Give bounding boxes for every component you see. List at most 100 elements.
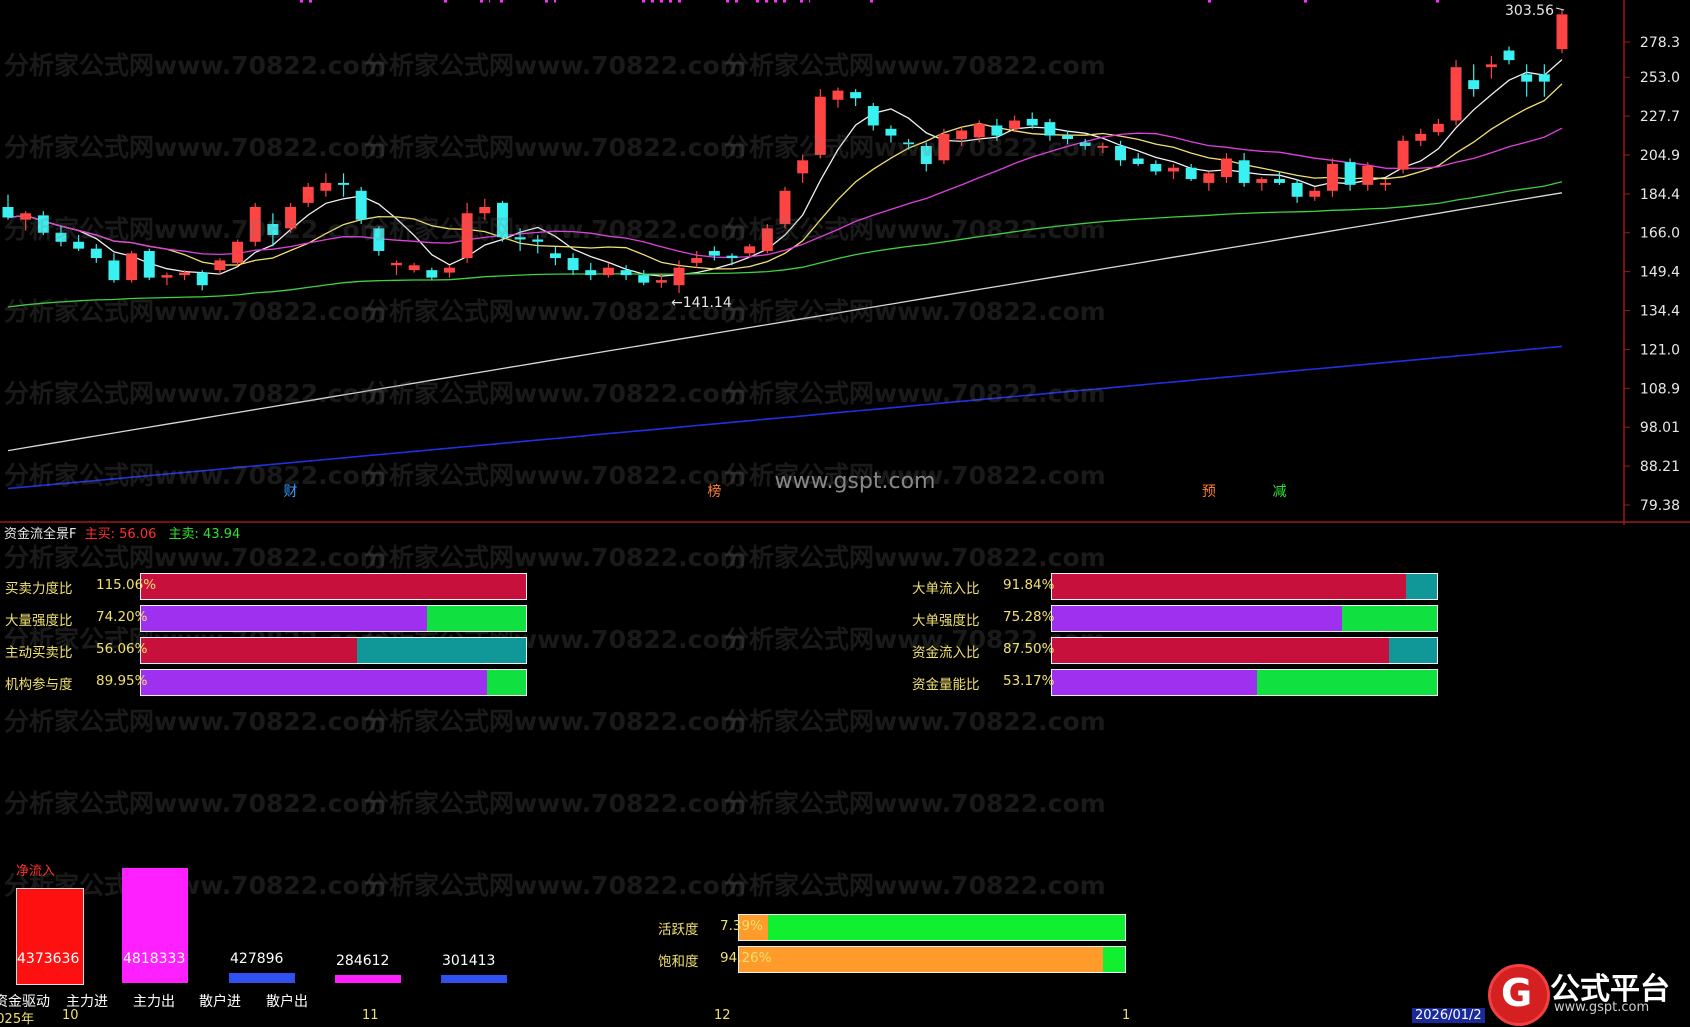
candle-78 — [1379, 182, 1391, 185]
ratio-label: 饱和度 — [658, 954, 699, 970]
ratio-bar-rest — [1102, 947, 1125, 972]
candle-19 — [338, 182, 349, 185]
candle-45 — [797, 160, 809, 174]
candle-5 — [90, 248, 102, 259]
y-tick-label-0: 278.3 — [1640, 35, 1680, 51]
main-sell: 主卖: 43.94 — [168, 527, 241, 542]
candle-29 — [514, 237, 526, 240]
max-price-pointer — [1555, 7, 1565, 11]
min-price-label: ←141.14 — [671, 295, 732, 311]
y-tick-label-3: 204.9 — [1640, 148, 1680, 164]
candle-49 — [867, 106, 879, 126]
flow-value: 4818333 — [123, 951, 186, 967]
candle-52 — [920, 145, 932, 164]
candle-65 — [1150, 163, 1162, 172]
candle-21 — [373, 228, 385, 251]
candle-77 — [1362, 165, 1374, 185]
candle-58 — [1026, 118, 1038, 126]
ratio-row-ratios_bottom-0: 活跃度 7.39% — [0, 914, 1126, 941]
ratio-label: 资金流入比 — [912, 645, 980, 661]
candle-81 — [1432, 123, 1444, 133]
candle-20 — [355, 190, 367, 220]
candle-1 — [20, 213, 32, 220]
candle-80 — [1415, 133, 1427, 141]
y-tick-label-7: 134.4 — [1640, 304, 1680, 320]
ratio-bar-fill — [1052, 670, 1257, 695]
ratio-bar — [1051, 605, 1438, 632]
watermark-text: 分析家公式网www.70822.com — [364, 789, 746, 818]
event-marker-2: 预 — [1202, 484, 1216, 500]
candle-28 — [496, 202, 508, 238]
watermark-text: 分析家公式网www.70822.com — [724, 871, 1106, 900]
ratio-bar-fill — [739, 947, 1103, 972]
candle-13 — [232, 241, 244, 263]
indicator-name: 资金流全景F — [4, 527, 77, 542]
ratio-bar-rest — [767, 915, 1125, 940]
event-marker-1: 榜 — [707, 483, 721, 500]
watermark-text: 分析家公式网www.70822.com — [724, 543, 1106, 572]
y-tick-label-9: 108.9 — [1640, 381, 1680, 397]
flow-bar — [16, 887, 84, 985]
candle-18 — [320, 182, 332, 191]
y-tick-label-1: 253.0 — [1640, 70, 1680, 86]
candle-9 — [161, 275, 173, 278]
candle-68 — [1203, 173, 1215, 183]
ratio-bar — [738, 946, 1126, 973]
ma-line-MA120 — [7, 192, 1563, 452]
candle-71 — [1256, 179, 1268, 183]
ratio-label: 大单流入比 — [912, 581, 980, 597]
candle-44 — [779, 190, 791, 224]
gspt-logo: G 公式平台 www.gspt.com — [1482, 960, 1690, 1026]
candle-53 — [938, 133, 950, 161]
candle-59 — [1044, 122, 1056, 136]
ratio-bar — [1051, 669, 1438, 696]
candle-43 — [761, 228, 773, 251]
x-tick-label-0: 2025年 — [0, 1012, 35, 1027]
candle-75 — [1326, 163, 1338, 191]
ratio-bar-rest — [1341, 606, 1437, 631]
candle-25 — [444, 267, 455, 273]
candle-10 — [179, 272, 191, 276]
candle-12 — [214, 260, 226, 271]
ratio-percent: 7.39% — [720, 918, 763, 934]
candle-72 — [1273, 179, 1285, 183]
flow-label: 主力出 — [133, 994, 175, 1010]
net-inflow-label: 净流入 — [16, 864, 56, 879]
candle-17 — [302, 186, 314, 203]
ratio-percent: 94.26% — [720, 950, 772, 966]
candle-51 — [903, 142, 915, 145]
ratio-bar-fill — [1052, 606, 1342, 631]
candle-23 — [408, 265, 420, 271]
candle-85 — [1503, 50, 1515, 61]
ratio-row-ratios_right-3: 资金量能比 53.17% — [0, 669, 1438, 696]
candle-67 — [1185, 167, 1197, 180]
flow-bar — [229, 972, 295, 983]
candle-4 — [73, 241, 85, 249]
candle-47 — [832, 90, 844, 100]
flow-bar — [441, 975, 507, 983]
indicator-header: 资金流全景F 主买: 56.06 主卖: 43.94 — [4, 523, 240, 542]
ratio-percent: 75.28% — [1003, 609, 1055, 625]
candle-0 — [2, 206, 14, 218]
candle-55 — [973, 123, 985, 138]
candle-34 — [602, 267, 614, 276]
candle-88 — [1556, 14, 1568, 50]
candle-15 — [267, 223, 279, 235]
ratio-label: 大单强度比 — [912, 613, 980, 629]
candle-79 — [1397, 140, 1409, 170]
main-buy: 主买: 56.06 — [84, 527, 157, 542]
candle-54 — [956, 130, 968, 140]
ratio-label: 资金量能比 — [912, 677, 980, 693]
candle-87 — [1538, 74, 1550, 82]
candle-35 — [620, 270, 632, 276]
watermark-text: 分析家公式网www.70822.com — [724, 789, 1106, 818]
event-marker-0: 财 — [284, 484, 298, 500]
candle-31 — [549, 253, 561, 259]
candle-76 — [1344, 162, 1356, 185]
candle-36 — [638, 275, 650, 283]
ratio-bar — [1051, 637, 1438, 664]
y-tick-label-10: 98.01 — [1640, 420, 1680, 436]
x-tick-label-1: 10 — [62, 1008, 79, 1023]
candle-26 — [461, 213, 473, 259]
watermark-text: 分析家公式网www.70822.com — [4, 707, 386, 736]
